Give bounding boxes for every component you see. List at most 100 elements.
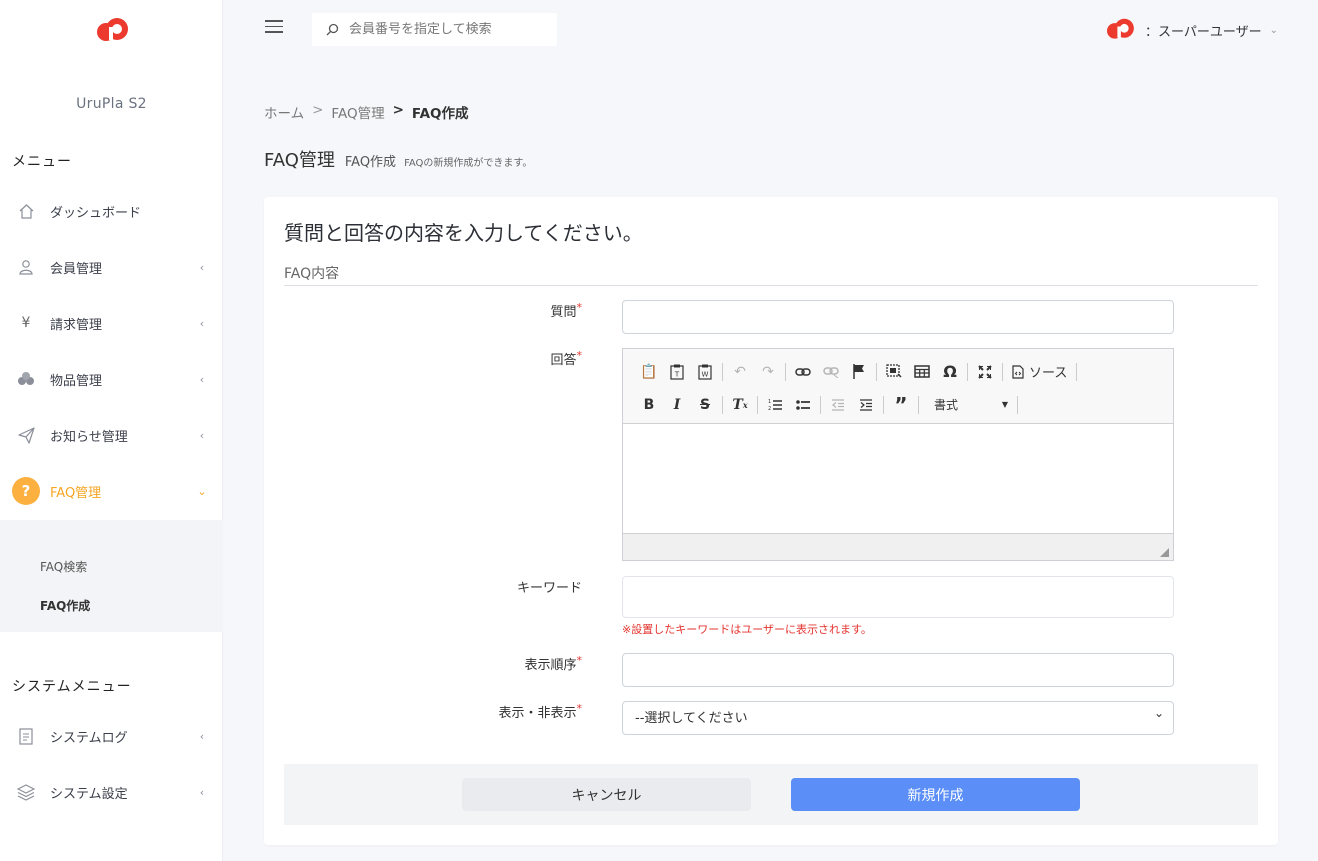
boxes-icon: [16, 369, 36, 389]
chevron-left-icon: ‹: [199, 428, 205, 442]
app-name: UruPla S2: [76, 96, 147, 112]
dropdown-arrow-icon: ▼: [1001, 400, 1008, 409]
sidebar-item-label: お知らせ管理: [50, 429, 128, 445]
breadcrumb-current: FAQ作成: [411, 106, 469, 122]
breadcrumb-faq-management[interactable]: FAQ管理: [331, 102, 384, 122]
answer-label: 回答*: [550, 349, 582, 368]
chevron-left-icon: ‹: [199, 785, 205, 799]
source-icon: [1012, 364, 1024, 379]
maximize-icon[interactable]: [971, 359, 999, 385]
source-label: ソース: [1029, 366, 1068, 381]
svg-text:1: 1: [768, 399, 771, 405]
sidebar-item-label: システムログ: [50, 730, 128, 746]
cancel-button[interactable]: キャンセル: [462, 778, 751, 811]
indent-icon[interactable]: [852, 392, 880, 418]
outdent-icon[interactable]: [824, 392, 852, 418]
svg-text:W: W: [702, 370, 709, 378]
sidebar-item-system-log[interactable]: システムログ ‹: [0, 708, 223, 764]
chevron-left-icon: ‹: [199, 729, 205, 743]
search-icon: [326, 23, 339, 36]
link-icon[interactable]: [789, 359, 817, 385]
form-section-label: FAQ内容: [284, 266, 340, 282]
sidebar-item-notices[interactable]: お知らせ管理 ‹: [0, 407, 223, 463]
sidebar-item-label: システム設定: [50, 786, 128, 802]
undo-icon[interactable]: ↶: [726, 359, 754, 385]
answer-edit-area[interactable]: [623, 424, 1173, 534]
paste-text-icon[interactable]: T: [663, 359, 691, 385]
sidebar-item-label: ダッシュボード: [50, 205, 142, 221]
special-char-icon[interactable]: Ω: [936, 359, 964, 385]
breadcrumb-separator: >: [312, 102, 324, 118]
question-input[interactable]: [622, 300, 1174, 334]
sidebar: UruPla S2 メニュー ダッシュボード 会員管理 ‹ ¥ 請求管理 ‹ 物…: [0, 0, 223, 861]
editor-toolbar: 📋 T W ↶ ↷ Ω ソース B I S T x 1 2 ” 書式 ▼: [623, 349, 1173, 424]
sidebar-item-label: 請求管理: [50, 317, 103, 333]
sidebar-item-faq[interactable]: ? FAQ管理 ⌄: [0, 463, 223, 519]
visibility-label: 表示・非表示*: [498, 702, 582, 721]
paste-icon[interactable]: 📋: [635, 359, 663, 385]
breadcrumb-home[interactable]: ホーム: [264, 102, 304, 122]
page-title: FAQ管理: [264, 150, 335, 171]
user-avatar-icon: [1106, 18, 1134, 39]
unlink-icon[interactable]: [817, 359, 845, 385]
search-input[interactable]: [349, 22, 549, 37]
sidebar-item-system-settings[interactable]: システム設定 ‹: [0, 764, 223, 820]
user-name: ：スーパーユーザー: [1144, 24, 1262, 40]
blockquote-icon[interactable]: ”: [887, 392, 915, 418]
chevron-left-icon: ‹: [199, 372, 205, 386]
submenu-item-faq-create[interactable]: FAQ作成: [40, 597, 90, 614]
italic-icon[interactable]: I: [663, 392, 691, 418]
keyword-hint: ※設置したキーワードはユーザーに表示されます。: [622, 623, 872, 636]
image-icon[interactable]: [880, 359, 908, 385]
format-label: 書式: [934, 398, 959, 412]
page-subtitle: FAQ作成: [344, 155, 397, 170]
home-icon: [16, 201, 36, 221]
bulleted-list-icon[interactable]: [789, 392, 817, 418]
form-actions: キャンセル 新規作成: [284, 764, 1258, 825]
table-icon[interactable]: [908, 359, 936, 385]
sidebar-item-billing[interactable]: ¥ 請求管理 ‹: [0, 295, 223, 351]
question-icon: ?: [12, 477, 40, 505]
editor-footer: [623, 534, 1173, 560]
strikethrough-icon[interactable]: S: [691, 392, 719, 418]
sidebar-item-dashboard[interactable]: ダッシュボード: [0, 183, 223, 239]
keyword-input[interactable]: [622, 576, 1174, 618]
paper-plane-icon: [16, 425, 36, 445]
menu-toggle-button[interactable]: [265, 20, 283, 36]
redo-icon[interactable]: ↷: [754, 359, 782, 385]
visibility-select[interactable]: --選択してください: [622, 701, 1174, 735]
sidebar-item-label: 物品管理: [50, 373, 103, 389]
sidebar-item-label: 会員管理: [50, 261, 103, 277]
svg-text:2: 2: [768, 406, 771, 411]
chevron-left-icon: ‹: [199, 260, 205, 274]
submenu-item-faq-search[interactable]: FAQ検索: [40, 558, 87, 575]
sidebar-item-goods[interactable]: 物品管理 ‹: [0, 351, 223, 407]
bold-icon[interactable]: B: [635, 392, 663, 418]
anchor-flag-icon[interactable]: [845, 359, 873, 385]
form-heading: 質問と回答の内容を入力してください。: [284, 221, 643, 245]
page-header: FAQ管理 FAQ作成 FAQの新規作成ができます。: [264, 146, 532, 172]
source-button[interactable]: ソース: [1006, 359, 1073, 385]
breadcrumb-separator: >: [392, 102, 404, 118]
chevron-left-icon: ‹: [199, 316, 205, 330]
answer-rich-editor: 📋 T W ↶ ↷ Ω ソース B I S T x 1 2 ” 書式 ▼: [622, 348, 1174, 561]
faq-form-card: 質問と回答の内容を入力してください。 FAQ内容 質問* 回答* 📋 T W ↶…: [264, 197, 1278, 845]
sidebar-item-members[interactable]: 会員管理 ‹: [0, 239, 223, 295]
format-dropdown[interactable]: 書式 ▼: [922, 392, 1014, 418]
brand-logo[interactable]: [0, 16, 223, 50]
logo-icon: [96, 18, 128, 41]
paste-word-icon[interactable]: W: [691, 359, 719, 385]
member-search: [312, 13, 557, 46]
keyword-label: キーワード: [516, 581, 582, 596]
chevron-down-icon: ⌄: [1269, 24, 1278, 36]
order-input[interactable]: [622, 653, 1174, 687]
question-label: 質問*: [550, 301, 582, 320]
numbered-list-icon[interactable]: 12: [761, 392, 789, 418]
layers-icon: [16, 782, 36, 802]
user-menu[interactable]: ：スーパーユーザー ⌄: [1105, 16, 1278, 44]
create-button[interactable]: 新規作成: [791, 778, 1080, 811]
resize-handle-icon[interactable]: [1160, 548, 1169, 557]
sidebar-item-label: FAQ管理: [50, 485, 102, 501]
remove-format-icon[interactable]: Tx: [726, 392, 754, 418]
breadcrumb: ホーム > FAQ管理 > FAQ作成: [264, 102, 469, 122]
